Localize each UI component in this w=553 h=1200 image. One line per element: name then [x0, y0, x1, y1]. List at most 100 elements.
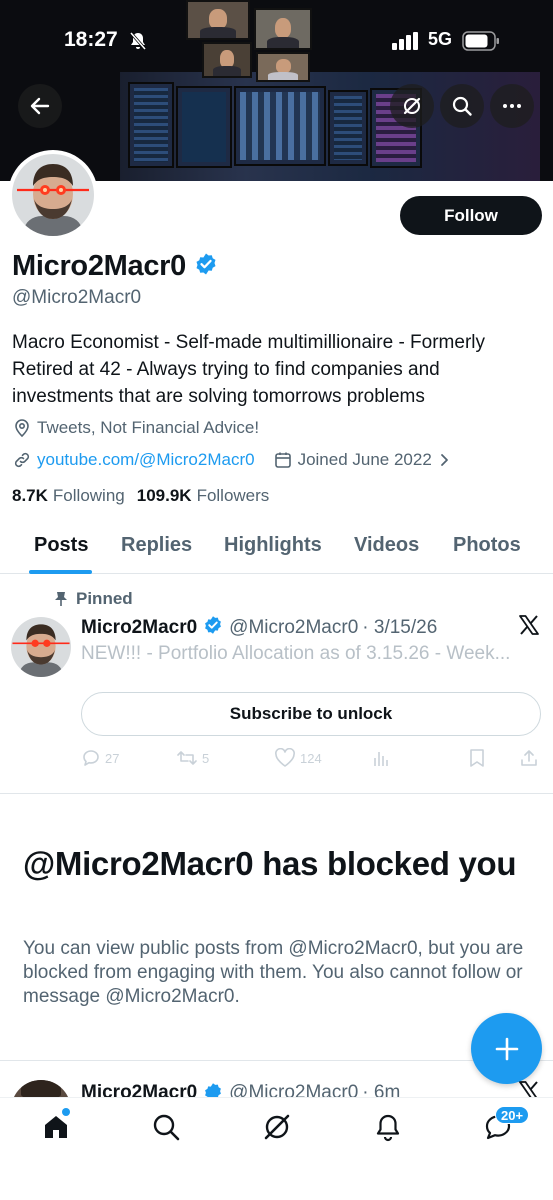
compose-button[interactable]	[471, 1013, 542, 1084]
profile-name-row: Micro2Macr0	[12, 250, 218, 283]
section-divider	[0, 1060, 553, 1061]
bell-muted-icon	[128, 31, 148, 56]
profile-avatar[interactable]	[8, 150, 98, 240]
post-divider	[0, 793, 553, 794]
bottom-navigation: 20+	[0, 1097, 553, 1200]
next-post-peek[interactable]: Micro2Macr0 @Micro2Macr0 · 6m	[0, 1078, 553, 1097]
status-time: 18:27	[64, 28, 118, 51]
followers-label: Followers	[196, 486, 270, 505]
reply-action[interactable]: 27	[81, 748, 119, 768]
x-logo-icon[interactable]	[518, 614, 540, 641]
profile-location: Tweets, Not Financial Advice!	[12, 418, 259, 438]
nav-search[interactable]	[151, 1112, 181, 1142]
tab-posts[interactable]: Posts	[34, 534, 88, 557]
grok-button[interactable]	[390, 84, 434, 128]
follow-button[interactable]: Follow	[400, 196, 542, 235]
tab-highlights[interactable]: Highlights	[224, 534, 322, 557]
back-arrow-icon	[30, 97, 50, 115]
bookmark-icon	[470, 749, 484, 767]
more-dots-icon	[503, 104, 521, 108]
pinned-label: Pinned	[54, 589, 133, 609]
banner-monitor	[128, 82, 174, 168]
website-link[interactable]: youtube.com/@Micro2Macr0	[37, 450, 255, 470]
x-logo-icon	[518, 1081, 538, 1097]
banner-monitor	[328, 90, 368, 166]
pin-icon	[55, 592, 67, 606]
avatar-laser-eyes-image	[12, 154, 94, 236]
tab-videos[interactable]: Videos	[354, 534, 419, 557]
bell-icon	[376, 1114, 400, 1142]
subscribe-to-unlock-button[interactable]: Subscribe to unlock	[81, 692, 541, 736]
bookmark-action[interactable]	[468, 748, 486, 768]
battery-icon	[462, 31, 500, 56]
post-author-avatar[interactable]	[11, 617, 71, 677]
followers-count: 109.9K	[136, 486, 192, 505]
repost-count: 5	[202, 750, 210, 766]
network-type: 5G	[428, 29, 453, 49]
profile-handle: @Micro2Macr0	[12, 287, 142, 308]
grok-icon	[403, 97, 421, 115]
post-actions: 27 5 124	[81, 748, 541, 770]
post-header: Micro2Macr0 @Micro2Macr0 · 3/15/26	[81, 615, 437, 641]
verified-badge-icon	[203, 615, 223, 641]
search-icon	[452, 96, 472, 116]
reply-count: 27	[105, 750, 120, 766]
active-tab-indicator	[29, 570, 92, 574]
follow-counts: 8.7K Following 109.9K Followers	[12, 486, 269, 506]
views-action[interactable]	[371, 748, 391, 768]
share-icon	[521, 750, 537, 766]
next-post-header: Micro2Macr0 @Micro2Macr0 · 6m	[81, 1082, 400, 1097]
profile-meta: youtube.com/@Micro2Macr0 Joined June 202…	[12, 450, 452, 470]
next-post-handle: @Micro2Macr0	[229, 1082, 359, 1097]
location-text: Tweets, Not Financial Advice!	[37, 418, 260, 437]
like-count: 124	[300, 750, 322, 766]
more-button[interactable]	[490, 84, 534, 128]
signal-icon	[392, 32, 420, 55]
home-notification-dot	[62, 1108, 70, 1116]
pinned-text: Pinned	[76, 589, 133, 608]
blocked-title: @Micro2Macr0 has blocked you	[23, 845, 517, 882]
link-icon	[14, 452, 30, 468]
nav-notifications[interactable]	[373, 1112, 403, 1142]
analytics-icon	[374, 752, 388, 766]
nav-home[interactable]	[41, 1112, 71, 1142]
profile-display-name: Micro2Macr0	[12, 250, 186, 282]
search-icon	[153, 1114, 180, 1141]
status-bar: 18:27 5G	[0, 28, 553, 54]
banner-webcam	[256, 52, 310, 82]
heart-icon	[275, 748, 295, 767]
chevron-right-icon[interactable]	[436, 452, 452, 468]
post-author-name[interactable]: Micro2Macr0	[81, 617, 197, 639]
like-action[interactable]: 124	[274, 748, 322, 768]
post-text: NEW!!! - Portfolio Allocation as of 3.15…	[81, 643, 511, 664]
followers-link[interactable]: 109.9K Followers	[137, 486, 270, 506]
calendar-icon	[274, 452, 291, 468]
joined-date: Joined June 2022	[297, 450, 432, 469]
banner-monitor	[176, 86, 232, 168]
plus-icon	[495, 1037, 518, 1060]
tab-replies[interactable]: Replies	[121, 534, 192, 557]
location-pin-icon	[15, 419, 29, 438]
banner-monitor	[234, 86, 326, 166]
following-count: 8.7K	[12, 486, 48, 505]
avatar-laser-eyes-image	[11, 617, 71, 677]
next-post-time: · 6m	[362, 1082, 401, 1097]
profile-tabs: Posts Replies Highlights Videos Photos	[0, 530, 553, 574]
search-button[interactable]	[440, 84, 484, 128]
following-link[interactable]: 8.7K Following	[12, 486, 125, 506]
nav-grok[interactable]	[262, 1112, 292, 1142]
repost-icon	[177, 751, 197, 765]
following-label: Following	[52, 486, 125, 505]
post-author-handle: @Micro2Macr0	[229, 617, 359, 638]
share-action[interactable]	[519, 748, 539, 768]
verified-badge-icon	[194, 252, 218, 281]
profile-bio: Macro Economist - Self-made multimillion…	[12, 332, 485, 407]
reply-icon	[83, 750, 99, 766]
back-button[interactable]	[18, 84, 62, 128]
tab-photos[interactable]: Photos	[453, 534, 521, 557]
repost-action[interactable]: 5	[176, 748, 209, 768]
verified-badge-icon	[203, 1082, 223, 1097]
grok-icon	[264, 1114, 290, 1140]
blocked-description: You can view public posts from @Micro2Ma…	[23, 938, 524, 1007]
home-icon	[45, 1116, 67, 1138]
